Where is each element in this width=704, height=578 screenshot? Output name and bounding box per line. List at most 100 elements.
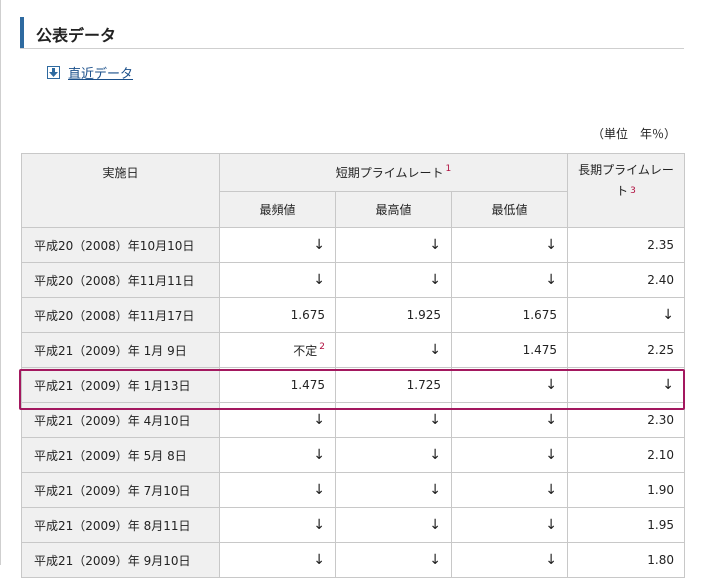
cell-most-frequent-value: 不定 — [293, 343, 318, 358]
cell-lowest-value: ↓ — [545, 552, 557, 568]
footnote-1: 1 — [445, 164, 452, 174]
table-row: 平成21（2009）年 7月10日 ↓ ↓ ↓ 1.90 — [21, 472, 685, 508]
cell-most-frequent: ↓ — [219, 402, 336, 438]
cell-highest: ↓ — [335, 402, 452, 438]
cell-lowest-value: ↓ — [545, 272, 557, 288]
cell-long-term: 1.95 — [567, 507, 685, 543]
cell-date: 平成21（2009）年 5月 8日 — [21, 437, 220, 473]
cell-date-value: 平成20（2008）年11月17日 — [34, 308, 195, 323]
cell-highest: ↓ — [335, 542, 452, 578]
cell-most-frequent-value: ↓ — [313, 272, 325, 288]
cell-long-term-value: 2.25 — [647, 343, 674, 357]
cell-long-term: 2.30 — [567, 402, 685, 438]
cell-long-term: ↓ — [567, 367, 685, 403]
header-most-frequent: 最頻値 — [219, 191, 336, 228]
cell-highest: 1.725 — [335, 367, 452, 403]
cell-highest: ↓ — [335, 227, 452, 263]
recent-data-link-label[interactable]: 直近データ — [68, 63, 133, 82]
cell-most-frequent-value: ↓ — [313, 552, 325, 568]
table-row: 平成21（2009）年 1月 9日 不定 2 ↓ 1.475 2.25 — [21, 332, 685, 368]
cell-most-frequent: 1.475 — [219, 367, 336, 403]
section-title: 公表データ — [36, 26, 117, 45]
cell-most-frequent: 1.675 — [219, 297, 336, 333]
table-row: 平成21（2009）年 1月13日 1.475 1.725 ↓ ↓ — [21, 367, 685, 403]
cell-date-value: 平成20（2008）年11月11日 — [34, 273, 195, 288]
table-row: 平成20（2008）年11月11日 ↓ ↓ ↓ 2.40 — [21, 262, 685, 298]
header-highest: 最高値 — [335, 191, 452, 228]
cell-highest-value: ↓ — [429, 237, 441, 253]
header-long-term-prime-rate: 長期プライムレート 3 — [567, 153, 685, 228]
cell-lowest: ↓ — [451, 227, 568, 263]
cell-highest: 1.925 — [335, 297, 452, 333]
cell-most-frequent-value: ↓ — [313, 412, 325, 428]
cell-most-frequent: ↓ — [219, 472, 336, 508]
cell-date: 平成21（2009）年 1月13日 — [21, 367, 220, 403]
prime-rate-table: 実施日 短期プライムレート 1 長期プライムレート 3 最頻値 最高値 最低値 平成… — [21, 153, 685, 578]
cell-most-frequent: ↓ — [219, 262, 336, 298]
table-row: 平成20（2008）年11月17日 1.675 1.925 1.675 ↓ — [21, 297, 685, 333]
cell-highest: ↓ — [335, 262, 452, 298]
cell-lowest: ↓ — [451, 472, 568, 508]
cell-most-frequent: ↓ — [219, 437, 336, 473]
table-row: 平成21（2009）年 5月 8日 ↓ ↓ ↓ 2.10 — [21, 437, 685, 473]
cell-most-frequent-value: 1.475 — [290, 378, 325, 392]
cell-highest-value: ↓ — [429, 447, 441, 463]
cell-highest-value: ↓ — [429, 272, 441, 288]
cell-lowest-value: ↓ — [545, 237, 557, 253]
cell-date-value: 平成21（2009）年 4月10日 — [34, 413, 191, 428]
cell-lowest: 1.475 — [451, 332, 568, 368]
cell-lowest-value: 1.475 — [522, 343, 557, 357]
cell-highest: ↓ — [335, 437, 452, 473]
header-implementation-date: 実施日 — [21, 153, 220, 228]
cell-long-term: 1.90 — [567, 472, 685, 508]
cell-lowest: ↓ — [451, 367, 568, 403]
cell-long-term-value: 1.95 — [647, 518, 674, 532]
cell-highest-value: 1.725 — [406, 378, 441, 392]
table-row: 平成20（2008）年10月10日 ↓ ↓ ↓ 2.35 — [21, 227, 685, 263]
cell-lowest: ↓ — [451, 507, 568, 543]
cell-long-term-value: ↓ — [662, 377, 674, 393]
cell-date: 平成20（2008）年10月10日 — [21, 227, 220, 263]
cell-lowest: ↓ — [451, 437, 568, 473]
cell-highest: ↓ — [335, 507, 452, 543]
cell-long-term-value: 2.40 — [647, 273, 674, 287]
cell-date: 平成21（2009）年 1月 9日 — [21, 332, 220, 368]
cell-most-frequent-value: ↓ — [313, 482, 325, 498]
cell-date-value: 平成21（2009）年 1月13日 — [34, 378, 191, 393]
recent-data-link[interactable]: 直近データ — [47, 63, 133, 82]
cell-highest-value: ↓ — [429, 342, 441, 358]
cell-most-frequent: ↓ — [219, 507, 336, 543]
cell-date-value: 平成21（2009）年 1月 9日 — [34, 343, 187, 358]
cell-most-frequent-value: ↓ — [313, 237, 325, 253]
cell-lowest: ↓ — [451, 402, 568, 438]
cell-most-frequent-value: ↓ — [313, 447, 325, 463]
cell-lowest: 1.675 — [451, 297, 568, 333]
cell-date: 平成21（2009）年 9月10日 — [21, 542, 220, 578]
cell-most-frequent-value: ↓ — [313, 517, 325, 533]
cell-highest-value: ↓ — [429, 552, 441, 568]
cell-lowest-value: 1.675 — [522, 308, 557, 322]
cell-most-frequent: ↓ — [219, 227, 336, 263]
cell-date-value: 平成20（2008）年10月10日 — [34, 238, 195, 253]
table-row: 平成21（2009）年 4月10日 ↓ ↓ ↓ 2.30 — [21, 402, 685, 438]
cell-long-term-value: 1.90 — [647, 483, 674, 497]
cell-date-value: 平成21（2009）年 7月10日 — [34, 483, 191, 498]
cell-highest-value: ↓ — [429, 517, 441, 533]
cell-lowest: ↓ — [451, 262, 568, 298]
cell-lowest-value: ↓ — [545, 482, 557, 498]
page-left-border — [0, 0, 1, 565]
cell-date-value: 平成21（2009）年 9月10日 — [34, 553, 191, 568]
cell-lowest-value: ↓ — [545, 447, 557, 463]
section-heading: 公表データ — [20, 17, 684, 49]
cell-date: 平成21（2009）年 7月10日 — [21, 472, 220, 508]
cell-highest-value: ↓ — [429, 482, 441, 498]
cell-long-term: ↓ — [567, 297, 685, 333]
cell-lowest-value: ↓ — [545, 377, 557, 393]
cell-most-frequent-value: 1.675 — [290, 308, 325, 322]
cell-long-term: 2.35 — [567, 227, 685, 263]
cell-date: 平成20（2008）年11月17日 — [21, 297, 220, 333]
cell-highest-value: ↓ — [429, 412, 441, 428]
cell-long-term: 2.40 — [567, 262, 685, 298]
cell-date: 平成21（2009）年 4月10日 — [21, 402, 220, 438]
cell-highest-value: 1.925 — [406, 308, 441, 322]
